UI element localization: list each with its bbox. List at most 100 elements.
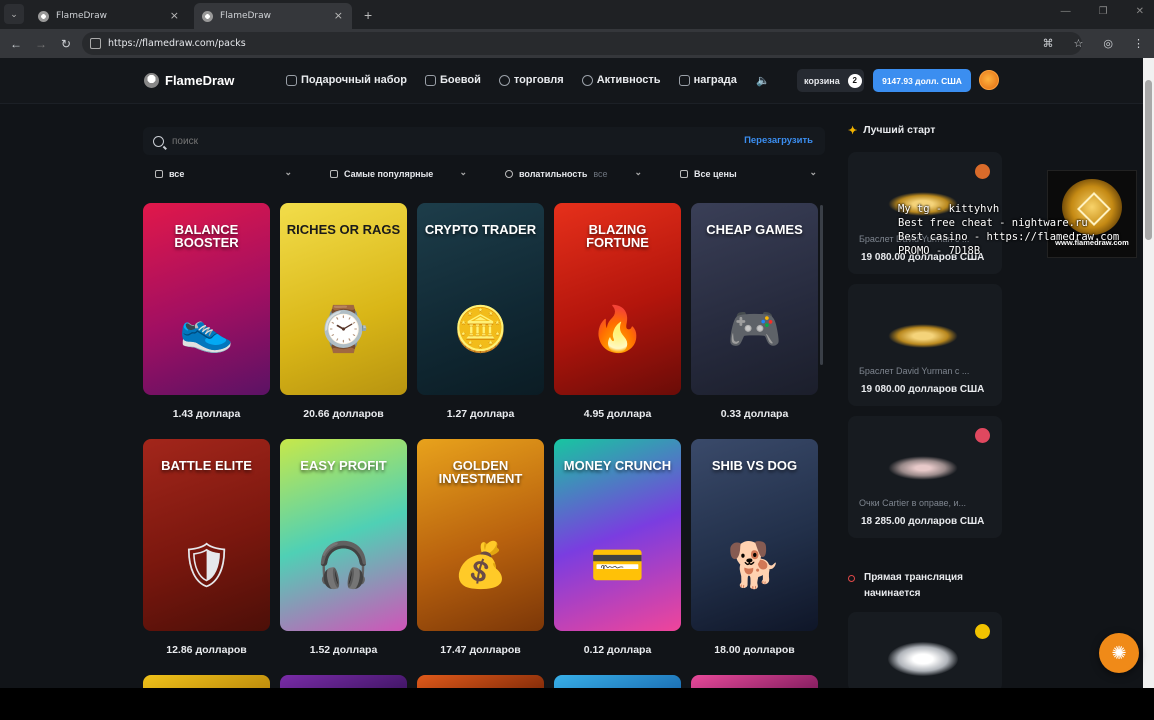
sort-select[interactable]: Самые популярные ⌄: [318, 164, 475, 184]
profile-icon[interactable]: ◎: [1103, 37, 1113, 50]
chevron-down-icon: ⌄: [634, 167, 642, 177]
pack-price: 0.12 доллара: [583, 644, 652, 656]
nav-gift-box[interactable]: Подарочный набор: [286, 74, 407, 86]
logo-text: FlameDraw: [165, 73, 235, 88]
support-chat-button[interactable]: ✺: [1099, 633, 1139, 673]
tab-search-icon[interactable]: ⌄: [4, 4, 24, 24]
trade-icon: [498, 74, 510, 86]
pack-card[interactable]: EASY PROFIT 🎧 1.52 доллара: [280, 439, 407, 656]
card-item-image: [888, 642, 958, 676]
gift-box-icon: [286, 74, 297, 86]
page-scrollbar[interactable]: [1143, 58, 1154, 688]
close-tab-icon[interactable]: ×: [334, 9, 343, 22]
pack-card-partial[interactable]: [691, 675, 818, 688]
pack-title: BLAZING FORTUNE: [586, 222, 649, 250]
pack-art: [143, 675, 270, 688]
pack-art: [691, 675, 818, 688]
pack-title: BALANCE BOOSTER: [174, 222, 239, 250]
close-window-icon[interactable]: ✕: [1136, 6, 1144, 17]
pack-art: GOLDEN INVESTMENT 💰: [417, 439, 544, 631]
chevron-down-icon: ⌄: [284, 167, 292, 177]
pack-title: SHIB VS DOG: [711, 458, 798, 473]
pack-card[interactable]: MONEY CRUNCH 💳 0.12 доллара: [554, 439, 681, 656]
swords-icon: [424, 74, 436, 86]
pack-card[interactable]: CHEAP GAMES 🎮 0.33 доллара: [691, 203, 818, 420]
pack-card[interactable]: RICHES OR RAGS ⌚ 20.66 долларов: [280, 203, 407, 420]
overlay-line: Best free cheat - nightware.ru: [898, 217, 1088, 229]
site-logo[interactable]: FlameDraw: [144, 73, 234, 88]
pack-art: CRYPTO TRADER 🪙: [417, 203, 544, 395]
pack-price: 20.66 долларов: [303, 408, 384, 420]
pack-card[interactable]: SHIB VS DOG 🐕 18.00 долларов: [691, 439, 818, 656]
category-select[interactable]: все ⌄: [143, 164, 300, 184]
drop-card[interactable]: Очки Cartier в оправе, и... 18 285.00 до…: [848, 416, 1002, 538]
rail-heading: ✦ Лучший старт: [838, 120, 1008, 140]
pack-card[interactable]: BALANCE BOOSTER 👟 1.43 доллара: [143, 203, 270, 420]
site-info-icon[interactable]: [90, 38, 101, 49]
pack-card[interactable]: BATTLE ELITE 🛡 12.86 долларов: [143, 439, 270, 656]
user-avatar-badge: [975, 624, 990, 639]
nav-reward[interactable]: награда: [678, 74, 737, 86]
minimize-icon[interactable]: —: [1061, 6, 1071, 17]
price-select[interactable]: Все цены ⌄: [668, 164, 825, 184]
translate-icon[interactable]: ⌘: [1043, 37, 1054, 50]
sneaker-icon: 👟: [179, 305, 234, 354]
pack-price: 18.00 долларов: [714, 644, 795, 656]
pack-card-partial[interactable]: [417, 675, 544, 688]
reload-icon[interactable]: ↻: [57, 37, 75, 51]
pack-price: 0.33 доллара: [720, 408, 789, 420]
pack-card[interactable]: CRYPTO TRADER 🪙 1.27 доллара: [417, 203, 544, 420]
pack-card-partial[interactable]: [280, 675, 407, 688]
balance-button[interactable]: 9147.93 долл. США: [873, 69, 971, 92]
drop-card[interactable]: Браслет David Yurman с ... 19 080.00 дол…: [848, 284, 1002, 406]
scrollbar-thumb[interactable]: [1145, 80, 1152, 240]
pack-price: 1.43 доллара: [172, 408, 241, 420]
avatar[interactable]: [979, 70, 999, 90]
bracelet-image: [888, 324, 958, 348]
address-bar[interactable]: https://flamedraw.com/packs: [82, 32, 1082, 55]
menu-kebab-icon[interactable]: ⋮: [1133, 37, 1144, 50]
shield-icon: 🛡: [178, 541, 235, 590]
reload-button[interactable]: Перезагрузить: [744, 135, 813, 146]
browser-tab-active[interactable]: FlameDraw ×: [194, 3, 352, 29]
nav-label: Боевой: [439, 74, 481, 86]
gift-card-icon: 💳: [590, 541, 645, 590]
search-input[interactable]: [172, 135, 692, 147]
nav-trade[interactable]: торговля: [498, 74, 564, 86]
maximize-icon[interactable]: ❐: [1099, 6, 1108, 17]
nav-activity[interactable]: Активность: [581, 74, 661, 86]
pack-title: RICHES OR RAGS: [286, 222, 401, 237]
pack-art: BATTLE ELITE 🛡: [143, 439, 270, 631]
close-tab-icon[interactable]: ×: [170, 9, 179, 22]
watch-icon: ⌚: [316, 305, 371, 354]
back-icon[interactable]: ←: [7, 37, 25, 51]
forward-icon[interactable]: →: [32, 37, 50, 51]
pack-card-partial[interactable]: [554, 675, 681, 688]
bookmark-star-icon[interactable]: ☆: [1074, 37, 1084, 50]
sound-icon[interactable]: 🔈: [756, 74, 770, 87]
cart-label: корзина: [804, 75, 840, 86]
drop-card[interactable]: [848, 612, 1002, 688]
pack-card[interactable]: BLAZING FORTUNE 🔥 4.95 доллара: [554, 203, 681, 420]
volatility-select[interactable]: волатильность все ⌄: [493, 164, 650, 184]
pack-title: CRYPTO TRADER: [424, 222, 537, 237]
search-icon: [153, 135, 164, 147]
gamepad-icon: 🎮: [727, 305, 782, 354]
pack-card[interactable]: GOLDEN INVESTMENT 💰 17.47 долларов: [417, 439, 544, 656]
price-value: Все цены: [694, 169, 737, 179]
item-name: Браслет David Yurman с ...: [859, 366, 970, 376]
pack-art: [417, 675, 544, 688]
pack-art: CHEAP GAMES 🎮: [691, 203, 818, 395]
flame-icon: [505, 170, 513, 178]
browser-tab[interactable]: FlameDraw ×: [30, 3, 188, 29]
pack-title: BATTLE ELITE: [161, 458, 252, 473]
grid-scrollbar[interactable]: [820, 205, 823, 365]
nav-battle[interactable]: Боевой: [424, 74, 481, 86]
cart-button[interactable]: корзина 2: [797, 69, 864, 92]
item-value: 18 285.00 долларов США: [861, 516, 985, 527]
filter-row: все ⌄ Самые популярные ⌄ волатильность все ⌄…: [143, 164, 825, 184]
pack-title: EASY PROFIT: [300, 458, 387, 473]
pack-card-partial[interactable]: [143, 675, 270, 688]
overlay-line: Best casino - https://flamedraw.com: [898, 231, 1120, 243]
new-tab-icon[interactable]: +: [364, 7, 372, 23]
